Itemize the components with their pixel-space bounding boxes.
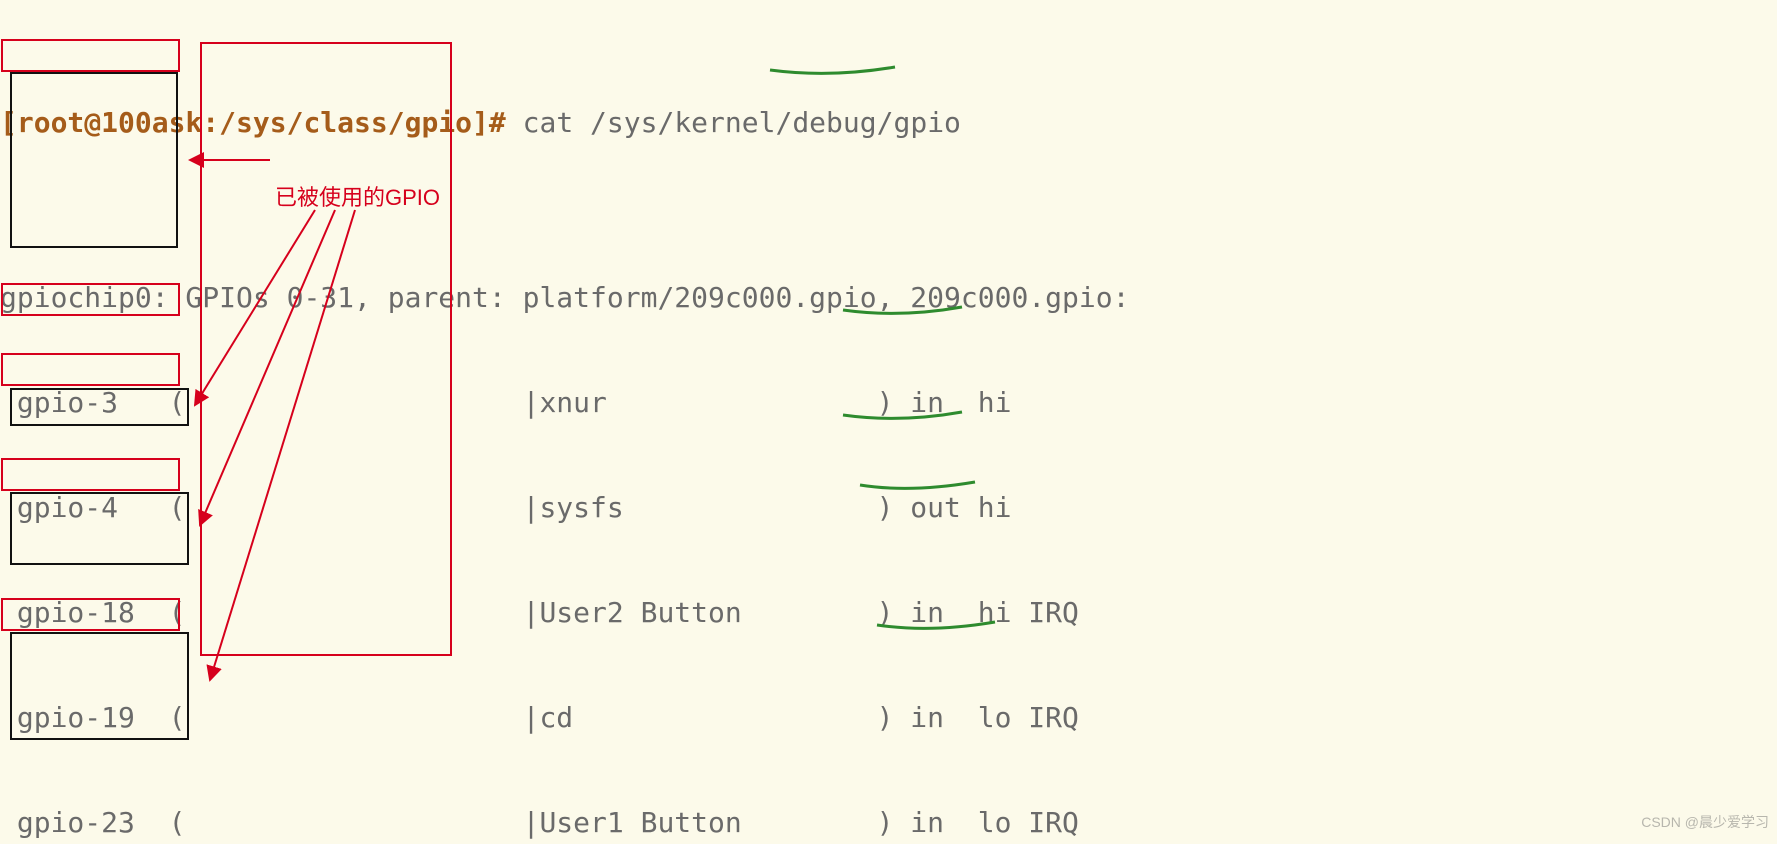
gpio-text: gpio-4 ( |sysfs ) out hi [0, 491, 1011, 524]
gpio-text: gpio-3 ( |xnur ) in hi [0, 386, 1011, 419]
gpio-row: gpio-3 ( |xnur ) in hi [0, 385, 1777, 420]
terminal-output: [root@100ask:/sys/class/gpio]# cat /sys/… [0, 0, 1777, 844]
chip-name: gpiochip0: [0, 281, 169, 314]
chip-range: GPIOs 0-31, parent: platform/209c000.gpi… [169, 281, 1130, 314]
annotation-chip3-box [1, 458, 180, 491]
annotation-label: 已被使用的GPIO [275, 180, 440, 215]
underline-209c000 [770, 67, 895, 73]
gpio-row: gpio-19 ( |cd ) in lo IRQ [0, 700, 1777, 735]
prompt-sep: : [202, 106, 219, 139]
arrow-to-gpio120 [200, 210, 335, 525]
annotation-chip0-box [1, 39, 180, 72]
prompt-close: ] [472, 106, 489, 139]
annotation-gpio0-list-box [10, 72, 178, 248]
gpio-row: gpio-23 ( |User1 Button ) in lo IRQ [0, 805, 1777, 840]
command-text: cat /sys/kernel/debug/gpio [523, 106, 961, 139]
gpio-row: gpio-4 ( |sysfs ) out hi [0, 490, 1777, 525]
gpiochip0-header: gpiochip0: GPIOs 0-31, parent: platform/… [0, 280, 1777, 315]
annotation-chip2-box [1, 353, 180, 386]
prompt-path: /sys/class/gpio [219, 106, 472, 139]
prompt-open: [ [0, 106, 17, 139]
gpio-text: gpio-18 ( |User2 Button ) in hi IRQ [0, 596, 1079, 629]
gpio-text: gpio-19 ( |cd ) in lo IRQ [0, 701, 1079, 734]
gpio-text: gpio-23 ( |User1 Button ) in lo IRQ [0, 806, 1079, 839]
gpio-row: gpio-18 ( |User2 Button ) in hi IRQ [0, 595, 1777, 630]
prompt-line: [root@100ask:/sys/class/gpio]# cat /sys/… [0, 105, 1777, 140]
underline-20a8000 [860, 482, 975, 488]
prompt-userhost: root@100ask [17, 106, 202, 139]
prompt-hash: # [489, 106, 523, 139]
